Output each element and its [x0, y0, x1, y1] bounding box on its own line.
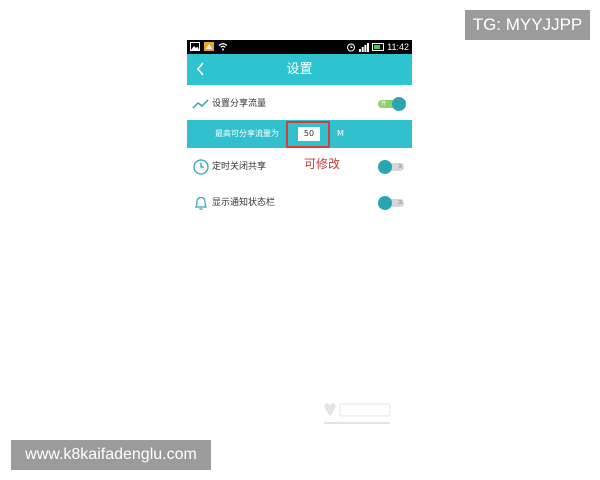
- clock-icon: [193, 159, 209, 175]
- max-share-label: 最高可分享流量为: [215, 129, 279, 138]
- alarm-icon: [347, 43, 356, 52]
- app-notification-icon: [204, 42, 214, 51]
- signal-icon: [359, 42, 370, 52]
- notification-toggle[interactable]: 关: [378, 196, 406, 210]
- trend-line-icon: [192, 99, 209, 109]
- toggle-text: 关: [397, 200, 403, 206]
- image-icon: [190, 42, 200, 51]
- site-label: www.k8kaifadenglu.com: [11, 440, 211, 470]
- toggle-knob: [378, 196, 392, 210]
- toggle-knob: [378, 160, 392, 174]
- annotation-text: 可修改: [304, 157, 341, 171]
- status-bar: 11:42: [187, 40, 412, 54]
- battery-icon: [372, 43, 385, 51]
- timed-close-toggle[interactable]: 关: [378, 160, 406, 174]
- notification-label: 显示通知状态栏: [212, 198, 276, 208]
- toggle-text: 关: [397, 164, 403, 170]
- share-traffic-toggle[interactable]: 开: [378, 97, 406, 111]
- setting-row-share-traffic[interactable]: 设置分享流量 开: [187, 94, 412, 114]
- baidu-watermark-logo: [324, 403, 391, 424]
- setting-row-timed-close[interactable]: 定时关闭共享 关: [187, 158, 412, 178]
- max-share-unit: M: [337, 129, 344, 138]
- status-left-icons: [190, 42, 228, 51]
- page-title: 设置: [286, 62, 313, 77]
- status-time: 11:42: [387, 42, 409, 52]
- toggle-knob: [392, 97, 406, 111]
- timed-close-label: 定时关闭共享: [212, 162, 267, 172]
- toggle-text: 开: [381, 101, 387, 107]
- status-right: 11:42: [346, 41, 409, 53]
- title-bar: 设置: [187, 54, 412, 85]
- share-traffic-label: 设置分享流量: [212, 99, 267, 109]
- tg-label: TG: MYYJJPP: [465, 10, 590, 40]
- wifi-icon: [218, 43, 228, 51]
- bell-icon: [195, 196, 207, 210]
- setting-row-notification[interactable]: 显示通知状态栏 关: [187, 194, 412, 214]
- annotation-highlight-box: [286, 121, 330, 148]
